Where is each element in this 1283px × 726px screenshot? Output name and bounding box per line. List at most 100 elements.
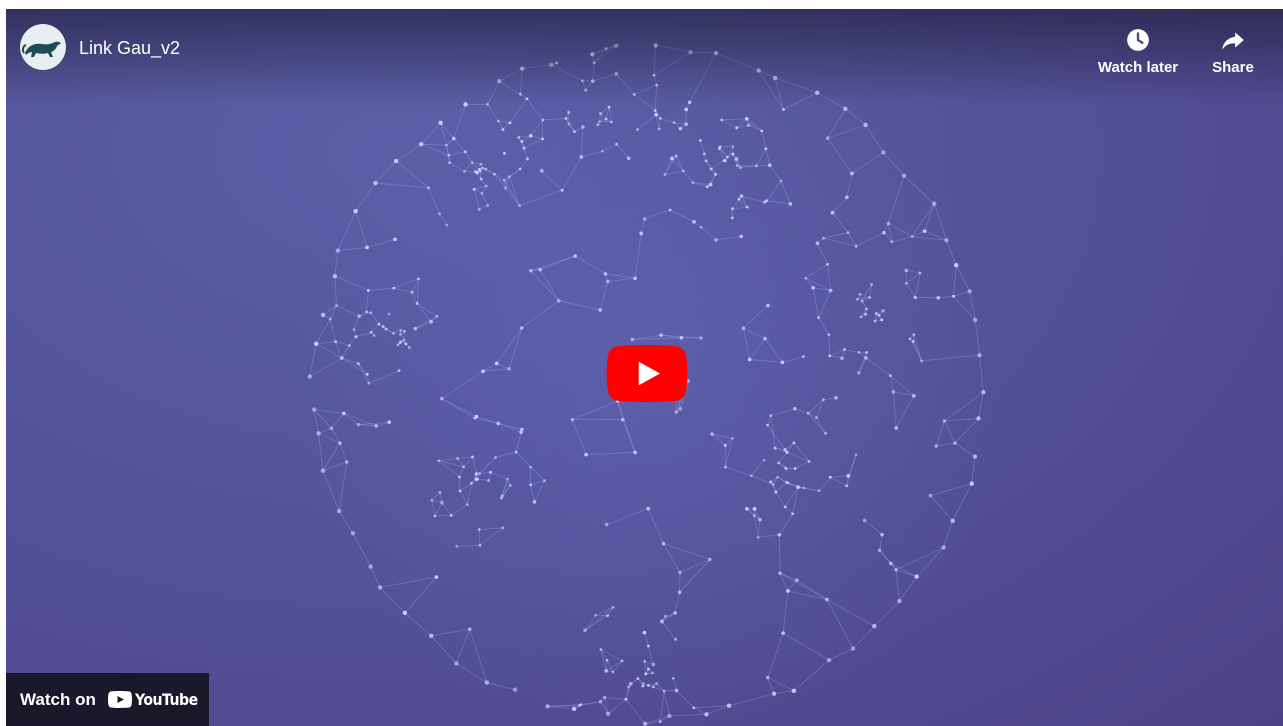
globe-node bbox=[320, 468, 326, 473]
globe-node bbox=[786, 589, 790, 593]
globe-node bbox=[954, 262, 959, 268]
globe-node bbox=[624, 697, 628, 701]
globe-node bbox=[788, 202, 793, 206]
watch-on-youtube-button[interactable]: Watch on YouTube bbox=[6, 673, 209, 726]
video-title[interactable]: Link Gau_v2 bbox=[79, 37, 180, 59]
globe-node bbox=[934, 444, 939, 448]
globe-node bbox=[846, 231, 850, 234]
globe-node bbox=[368, 564, 373, 569]
globe-node bbox=[804, 276, 808, 280]
globe-node bbox=[684, 107, 689, 112]
globe-node bbox=[855, 297, 859, 301]
globe-node bbox=[664, 614, 667, 618]
globe-node bbox=[493, 172, 496, 176]
globe-node bbox=[674, 410, 679, 414]
globe-node bbox=[517, 135, 521, 139]
globe-node bbox=[651, 671, 654, 675]
globe-node bbox=[662, 689, 666, 693]
globe-node bbox=[699, 336, 703, 340]
globe-node bbox=[484, 680, 490, 685]
globe-node bbox=[863, 122, 868, 128]
globe-node bbox=[793, 467, 797, 470]
globe-node bbox=[826, 658, 832, 663]
globe-node bbox=[747, 357, 752, 362]
globe-node bbox=[781, 631, 785, 635]
globe-node bbox=[880, 532, 884, 537]
globe-node bbox=[636, 677, 640, 680]
globe-node bbox=[316, 431, 321, 436]
globe-node bbox=[418, 142, 424, 147]
globe-node bbox=[672, 121, 676, 125]
globe-node bbox=[830, 210, 835, 215]
globe-node bbox=[825, 136, 830, 140]
globe-node bbox=[777, 461, 781, 465]
globe-node bbox=[539, 169, 544, 173]
globe-node bbox=[356, 362, 360, 366]
share-button[interactable]: Share bbox=[1206, 27, 1260, 76]
globe-node bbox=[402, 338, 406, 342]
globe-node bbox=[476, 477, 480, 481]
globe-node bbox=[795, 578, 799, 582]
globe-node bbox=[854, 453, 858, 457]
play-button[interactable] bbox=[606, 345, 688, 402]
globe-node bbox=[373, 180, 378, 186]
globe-node bbox=[439, 396, 444, 401]
globe-node bbox=[598, 308, 603, 312]
globe-node bbox=[522, 146, 526, 150]
globe-node bbox=[864, 312, 867, 316]
globe-node bbox=[352, 328, 356, 332]
globe-node bbox=[620, 417, 625, 422]
globe-node bbox=[458, 489, 462, 493]
globe-node bbox=[865, 351, 868, 354]
globe-node bbox=[336, 508, 342, 514]
globe-node bbox=[607, 105, 611, 109]
globe-node bbox=[641, 684, 645, 688]
globe-node bbox=[901, 173, 907, 178]
globe-node bbox=[821, 398, 825, 402]
globe-node bbox=[307, 374, 312, 379]
globe-node bbox=[502, 178, 506, 182]
globe-node bbox=[856, 370, 861, 375]
globe-node bbox=[784, 467, 788, 471]
video-player[interactable]: Link Gau_v2 Watch later Share Watch on Y… bbox=[6, 9, 1283, 726]
globe-node bbox=[514, 450, 518, 454]
globe-node bbox=[429, 319, 433, 324]
globe-node bbox=[657, 127, 661, 131]
youtube-logo-icon bbox=[107, 691, 132, 708]
globe-node bbox=[918, 271, 922, 275]
globe-node bbox=[671, 676, 675, 680]
globe-node bbox=[718, 145, 722, 149]
globe-node bbox=[594, 613, 598, 617]
globe-node bbox=[942, 419, 947, 423]
globe-node bbox=[792, 441, 796, 445]
globe-node bbox=[967, 289, 972, 294]
channel-avatar[interactable] bbox=[20, 24, 66, 70]
globe-node bbox=[329, 426, 334, 431]
globe-node bbox=[663, 173, 667, 176]
globe-node bbox=[478, 167, 481, 171]
globe-node bbox=[481, 369, 485, 374]
watch-later-button[interactable]: Watch later bbox=[1091, 27, 1185, 76]
globe-node bbox=[571, 706, 577, 712]
globe-node bbox=[369, 330, 373, 334]
globe-node bbox=[311, 407, 317, 412]
globe-node bbox=[633, 450, 637, 455]
globe-node bbox=[407, 346, 411, 349]
globe-node bbox=[399, 340, 403, 344]
globe-node bbox=[752, 507, 757, 511]
globe-node bbox=[501, 128, 505, 131]
globe-node bbox=[952, 294, 956, 298]
globe-node bbox=[880, 318, 884, 322]
globe-node bbox=[890, 240, 894, 244]
globe-node bbox=[928, 493, 933, 498]
globe-node bbox=[615, 142, 619, 146]
globe-node bbox=[843, 348, 846, 351]
globe-node bbox=[520, 140, 524, 143]
globe-node bbox=[725, 155, 729, 159]
globe-node bbox=[494, 456, 497, 459]
globe-node bbox=[763, 336, 767, 341]
globe-node bbox=[507, 366, 511, 371]
globe-node bbox=[881, 150, 886, 155]
globe-node bbox=[745, 506, 749, 511]
globe-node bbox=[581, 125, 585, 129]
